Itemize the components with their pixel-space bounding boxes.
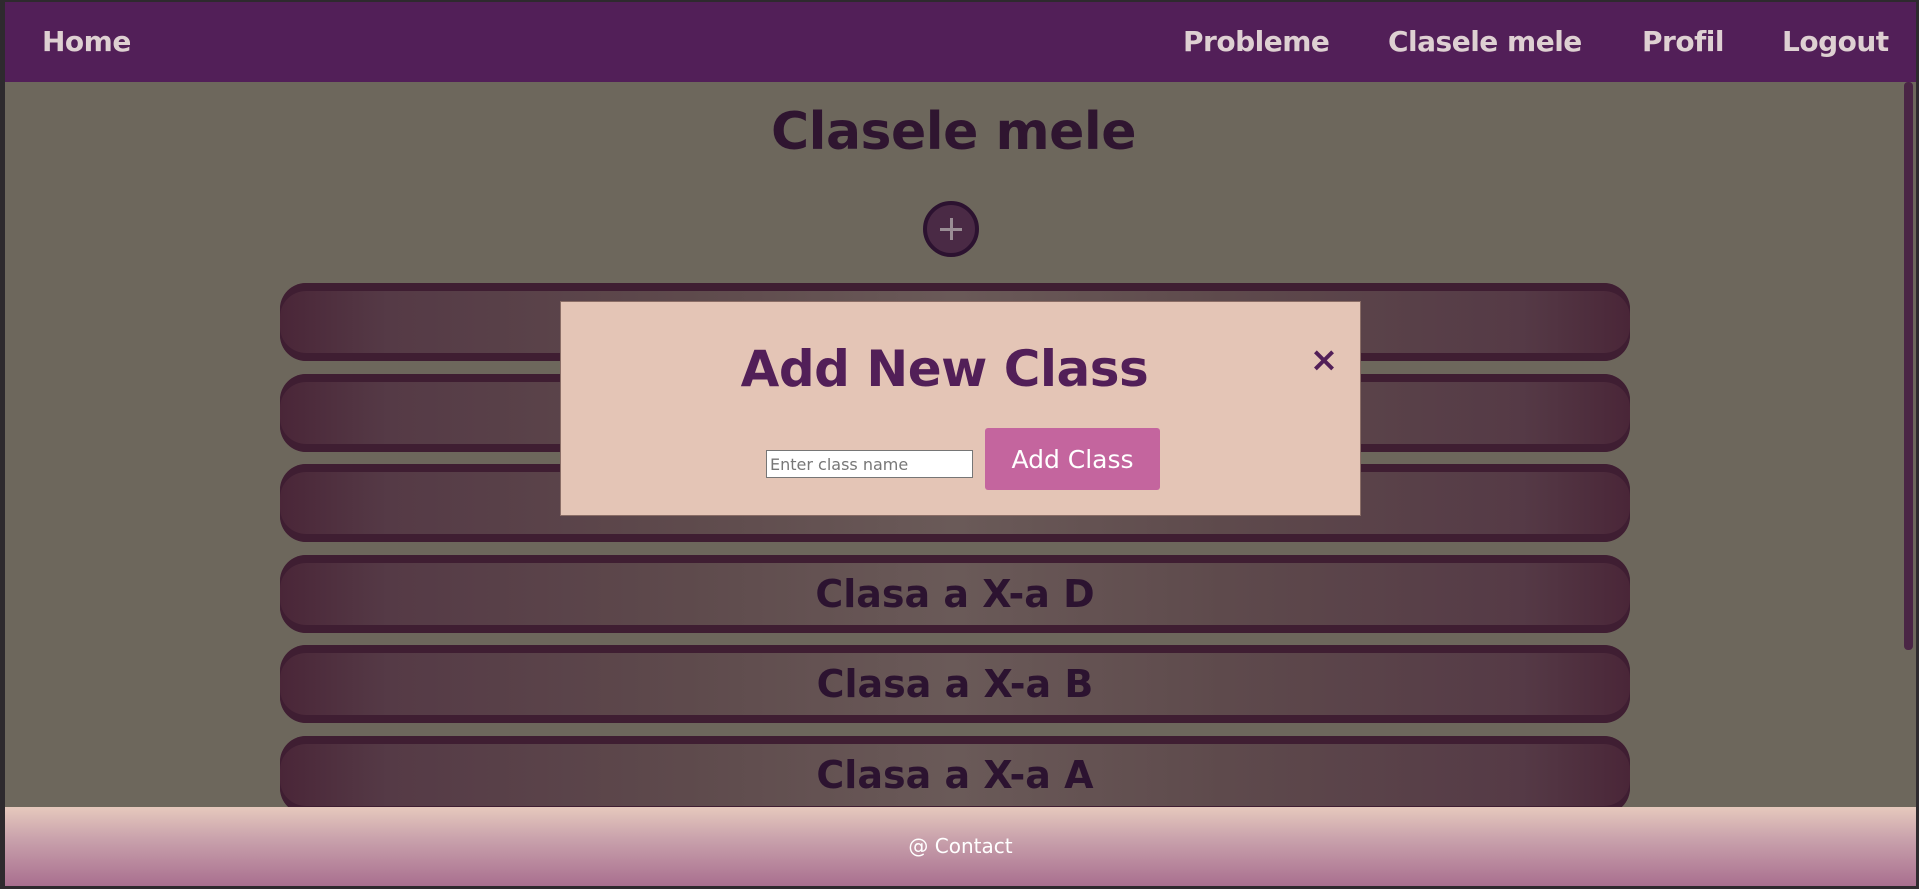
- class-item[interactable]: Clasa a X-a B: [280, 645, 1630, 723]
- nav-clasele-mele-link[interactable]: Clasele mele: [1388, 22, 1582, 62]
- modal-title: Add New Class: [740, 340, 1149, 398]
- class-name-input[interactable]: [766, 450, 973, 478]
- app-frame: Home Probleme Clasele mele Profil Logout…: [5, 2, 1916, 886]
- class-item[interactable]: Clasa a X-a D: [280, 555, 1630, 633]
- class-item-label: Clasa a X-a A: [816, 753, 1094, 797]
- scrollbar[interactable]: [1904, 82, 1913, 650]
- navbar: Home Probleme Clasele mele Profil Logout: [5, 2, 1916, 82]
- add-class-submit-button[interactable]: Add Class: [985, 428, 1160, 490]
- add-class-modal: Add New Class × Add Class: [560, 301, 1361, 516]
- nav-profil-link[interactable]: Profil: [1642, 22, 1724, 62]
- add-class-button[interactable]: [923, 201, 979, 257]
- footer: @ Contact: [5, 807, 1916, 886]
- class-item-label: Clasa a X-a D: [815, 572, 1095, 616]
- contact-link[interactable]: @ Contact: [5, 807, 1916, 886]
- nav-probleme-link[interactable]: Probleme: [1183, 22, 1330, 62]
- page-title: Clasele mele: [770, 102, 1137, 162]
- class-item-label: Clasa a X-a B: [816, 662, 1094, 706]
- nav-home-link[interactable]: Home: [42, 22, 131, 62]
- class-item[interactable]: Clasa a X-a A: [280, 736, 1630, 814]
- close-icon[interactable]: ×: [1308, 343, 1340, 377]
- nav-logout-link[interactable]: Logout: [1782, 22, 1889, 62]
